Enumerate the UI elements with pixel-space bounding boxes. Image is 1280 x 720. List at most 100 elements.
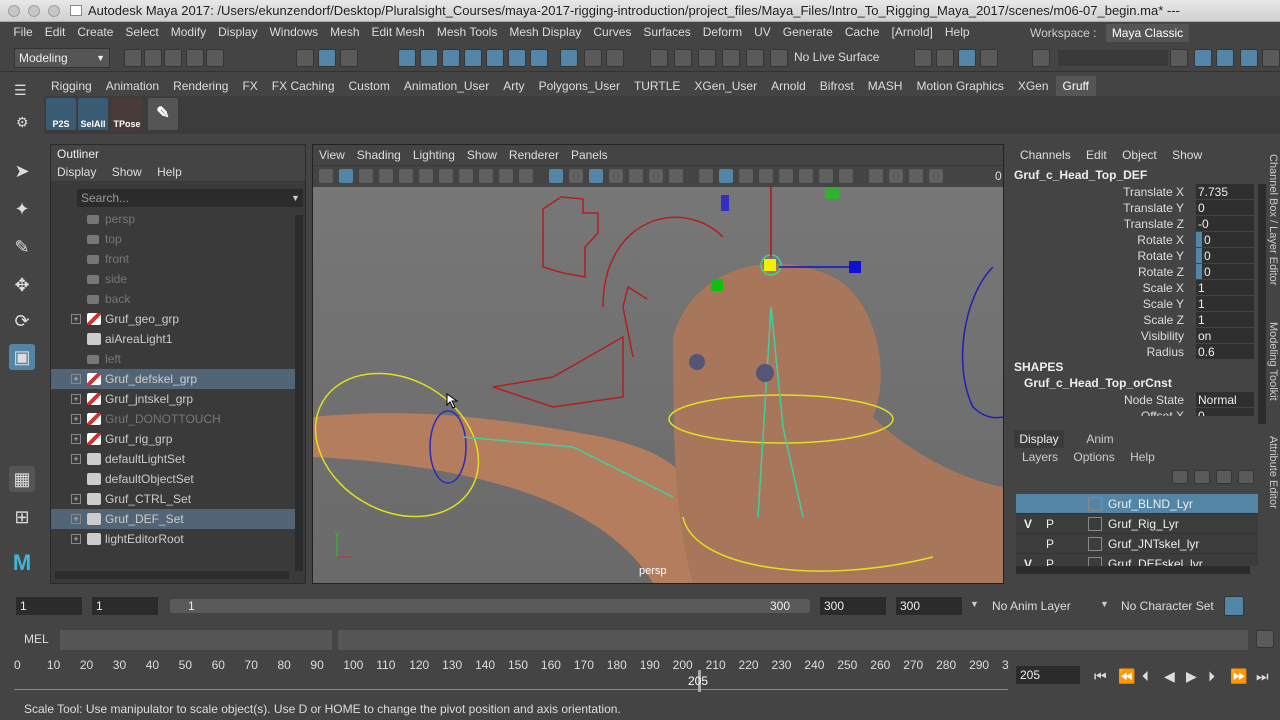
side-tab-channel-box[interactable]: Channel Box / Layer Editor xyxy=(1267,154,1279,285)
viewport-menu-shading[interactable]: Shading xyxy=(351,145,407,165)
new-scene-icon[interactable] xyxy=(124,49,142,67)
channel-row-translate-x[interactable]: Translate X 7.735 xyxy=(1008,184,1254,200)
outliner-row[interactable]: + Gruf_CTRL_Set xyxy=(51,489,295,509)
save-scene-icon[interactable] xyxy=(164,49,182,67)
shelf-tab-animation-user[interactable]: Animation_User xyxy=(397,76,496,96)
channel-row-visibility[interactable]: Visibility on xyxy=(1008,328,1254,344)
render-icon[interactable] xyxy=(650,49,668,67)
shelf-button-tpose[interactable]: TPose xyxy=(112,98,142,130)
control-handle[interactable] xyxy=(721,195,729,211)
channel-row-translate-z[interactable]: Translate Z -0 xyxy=(1008,216,1254,232)
side-tab-attribute-editor[interactable]: Attribute Editor xyxy=(1267,436,1279,509)
outliner-row[interactable]: + Gruf_defskel_grp xyxy=(51,369,295,389)
outliner-row[interactable]: + lightEditorRoot xyxy=(51,529,295,549)
anim-start-field[interactable]: 1 xyxy=(16,597,82,615)
frame-selected-icon[interactable] xyxy=(889,169,903,183)
image-plane-icon[interactable] xyxy=(379,169,393,183)
channel-value[interactable]: 1 xyxy=(1196,296,1254,311)
time-slider[interactable]: 0 10 20 30 40 50 60 70 80 90 100 110 120 130 140 150 160… xyxy=(0,656,1280,696)
shelf-button-p2s[interactable]: P2S xyxy=(46,98,76,130)
expand-icon[interactable]: + xyxy=(71,534,81,544)
frame-all-icon[interactable] xyxy=(869,169,883,183)
ipr-render-icon[interactable] xyxy=(674,49,692,67)
chevron-down-icon[interactable]: ▼ xyxy=(291,193,300,203)
layer-menu-layers[interactable]: Layers xyxy=(1008,448,1064,466)
shelf-tab-rigging[interactable]: Rigging xyxy=(44,76,99,96)
channel-value[interactable]: 7.735 xyxy=(1196,184,1254,199)
shelf-tab-gruff[interactable]: Gruff xyxy=(1055,76,1096,96)
menu-curves[interactable]: Curves xyxy=(587,22,637,42)
lighting-icon[interactable] xyxy=(649,169,663,183)
channel-value[interactable]: 0 xyxy=(1196,248,1254,263)
character-set-dropdown[interactable]: No Character Set xyxy=(1121,599,1214,613)
outliner-row[interactable]: top xyxy=(51,229,295,249)
menu-mesh[interactable]: Mesh xyxy=(324,22,365,42)
smooth-shade-icon[interactable] xyxy=(609,169,623,183)
playback-start-field[interactable]: 1 xyxy=(92,597,158,615)
hypershade-icon[interactable] xyxy=(722,49,740,67)
viewport-menu-view[interactable]: View xyxy=(313,145,351,165)
side-tab-modeling-toolkit[interactable]: Modeling Toolkit xyxy=(1267,322,1279,401)
layout-icon-1[interactable] xyxy=(1194,49,1212,67)
tab-display[interactable]: Display xyxy=(1014,430,1064,448)
layer-color-swatch-icon[interactable] xyxy=(1088,517,1102,531)
channelbox-menu-object[interactable]: Object xyxy=(1116,144,1163,166)
outliner-row[interactable]: + Gruf_DEF_Set xyxy=(51,509,295,529)
menu-create[interactable]: Create xyxy=(71,22,119,42)
menu-cache[interactable]: Cache xyxy=(839,22,886,42)
aa-icon[interactable] xyxy=(739,169,753,183)
gate-mask-icon[interactable] xyxy=(499,169,513,183)
layer-visibility-toggle[interactable]: V xyxy=(1020,514,1036,534)
grid-icon[interactable] xyxy=(439,169,453,183)
open-scene-icon[interactable] xyxy=(144,49,162,67)
layer-playback-toggle[interactable]: P xyxy=(1042,554,1058,566)
layout-icon-3[interactable] xyxy=(1240,49,1258,67)
layer-visibility-toggle[interactable]: V xyxy=(1020,554,1036,566)
shelf-button-selall[interactable]: SelAll xyxy=(78,98,108,130)
render-view-icon[interactable] xyxy=(746,49,764,67)
menu-help[interactable]: Help xyxy=(939,22,976,42)
mel-label[interactable]: MEL xyxy=(24,632,49,646)
tab-anim[interactable]: Anim xyxy=(1070,430,1130,448)
outliner-row[interactable]: left xyxy=(51,349,295,369)
layer-row[interactable]: V P Gruf_Rig_Lyr xyxy=(1016,514,1258,534)
backface-icon[interactable] xyxy=(839,169,853,183)
expand-icon[interactable]: + xyxy=(71,514,81,524)
channel-value[interactable]: 0 xyxy=(1196,232,1254,247)
control-curve[interactable] xyxy=(492,335,624,408)
go-to-start-icon[interactable]: ⏮ xyxy=(1094,668,1107,685)
snap-point-icon[interactable] xyxy=(442,49,460,67)
isolate-icon[interactable] xyxy=(779,169,793,183)
menu-generate[interactable]: Generate xyxy=(777,22,839,42)
channel-row-radius[interactable]: Radius 0.6 xyxy=(1008,344,1254,360)
minimize-window-button[interactable] xyxy=(28,5,40,17)
wireframe-icon[interactable] xyxy=(589,169,603,183)
menu-uv[interactable]: UV xyxy=(748,22,777,42)
channel-value[interactable]: 1 xyxy=(1196,280,1254,295)
expand-icon[interactable]: + xyxy=(71,394,81,404)
step-back-icon[interactable]: ⏪ xyxy=(1118,668,1135,685)
control-curve[interactable] xyxy=(622,285,648,358)
select-by-component-icon[interactable] xyxy=(340,49,358,67)
move-tool-icon[interactable]: ✥ xyxy=(9,272,35,298)
xray-joints-icon[interactable] xyxy=(819,169,833,183)
outliner-horizontal-scrollbar[interactable] xyxy=(55,571,289,579)
outliner-vertical-scrollbar[interactable] xyxy=(295,215,303,571)
layer-row[interactable]: Gruf_BLND_Lyr xyxy=(1016,494,1258,514)
command-field[interactable] xyxy=(1058,50,1168,66)
shadows-icon[interactable] xyxy=(669,169,683,183)
layer-color-swatch-icon[interactable] xyxy=(1088,497,1102,511)
shelf-tab-custom[interactable]: Custom xyxy=(342,76,397,96)
channel-value[interactable]: 0 xyxy=(1196,264,1254,279)
workspace-options-icon[interactable] xyxy=(1032,49,1050,67)
shelf-tab-bifrost[interactable]: Bifrost xyxy=(813,76,861,96)
range-slider[interactable]: 1 300 xyxy=(170,599,810,613)
panel-layout-icon[interactable] xyxy=(909,169,923,183)
outliner-row[interactable]: defaultObjectSet xyxy=(51,469,295,489)
motion-blur-icon[interactable] xyxy=(719,169,733,183)
expand-icon[interactable]: + xyxy=(71,454,81,464)
channel-value[interactable]: on xyxy=(1196,328,1254,343)
outliner-menu-display[interactable]: Display xyxy=(51,163,102,181)
menu-windows[interactable]: Windows xyxy=(263,22,324,42)
outliner-row[interactable]: + Gruf_rig_grp xyxy=(51,429,295,449)
